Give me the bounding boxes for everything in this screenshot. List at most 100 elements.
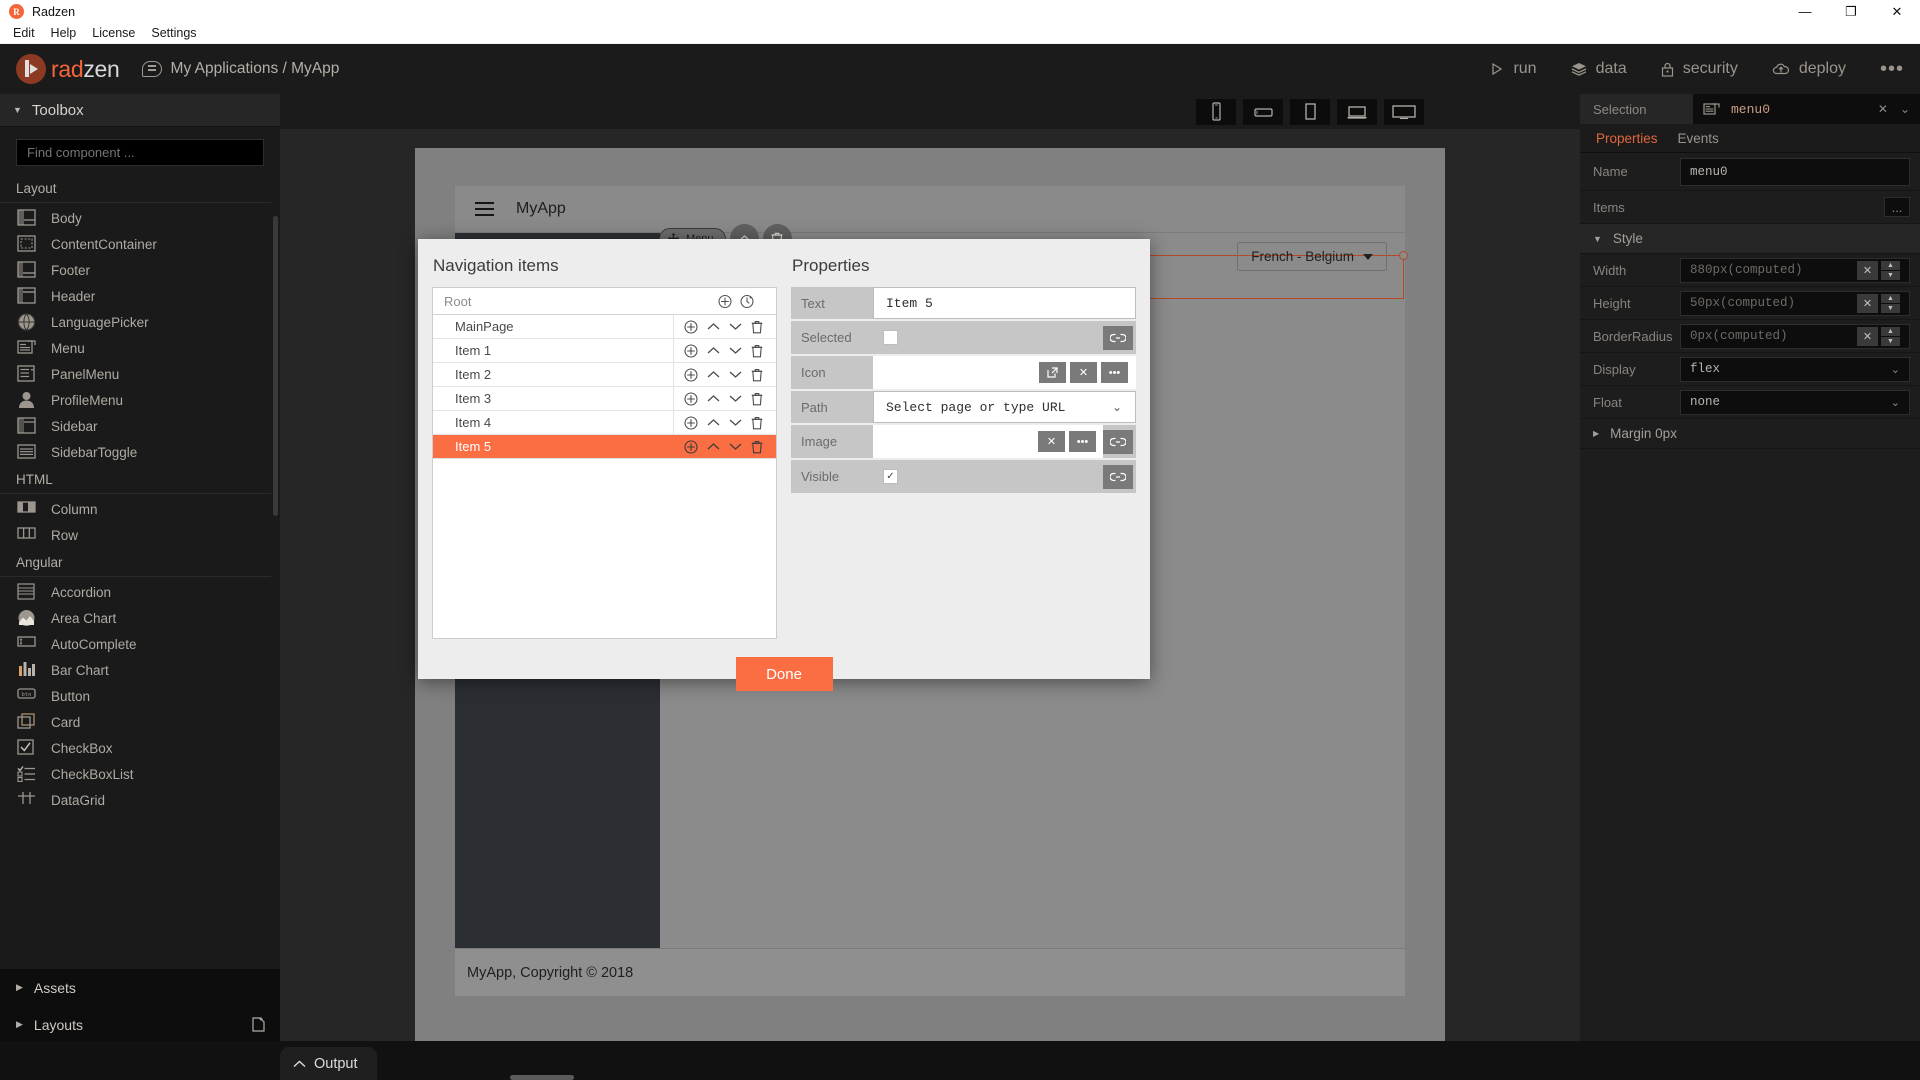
- section-layouts[interactable]: ▶ Layouts: [0, 1006, 280, 1043]
- style-section-header[interactable]: ▼ Style: [1580, 224, 1920, 254]
- minimize-button[interactable]: —: [1782, 0, 1828, 23]
- delete-item-icon[interactable]: [750, 416, 764, 430]
- chevron-down-icon[interactable]: ⌄: [1900, 102, 1910, 116]
- move-up-icon[interactable]: [706, 392, 720, 406]
- maximize-button[interactable]: ❐: [1828, 0, 1874, 23]
- phone-landscape-button[interactable]: [1243, 98, 1283, 125]
- tool-item-accordion[interactable]: Accordion: [0, 579, 280, 605]
- tool-item-datagrid[interactable]: DataGrid: [0, 787, 280, 813]
- visible-checkbox[interactable]: ✓: [883, 469, 898, 484]
- section-assets[interactable]: ▶ Assets: [0, 969, 280, 1006]
- table-row[interactable]: Item 4: [433, 411, 776, 435]
- clear-borderradius-button[interactable]: ✕: [1857, 326, 1878, 346]
- image-clear-button[interactable]: ✕: [1038, 431, 1065, 452]
- delete-item-icon[interactable]: [750, 368, 764, 382]
- add-child-icon[interactable]: [684, 319, 698, 334]
- table-row[interactable]: Item 5: [433, 435, 776, 459]
- tool-item-bar-chart[interactable]: Bar Chart: [0, 657, 280, 683]
- selection-value-box[interactable]: menu0 ✕ ⌄: [1693, 94, 1920, 124]
- move-down-icon[interactable]: [728, 368, 742, 382]
- close-button[interactable]: ✕: [1874, 0, 1920, 23]
- language-picker[interactable]: French - Belgium: [1237, 242, 1387, 271]
- float-select[interactable]: none ⌄: [1680, 389, 1910, 415]
- tool-item-autocomplete[interactable]: AutoComplete: [0, 631, 280, 657]
- deploy-button[interactable]: deploy: [1772, 60, 1846, 78]
- move-down-icon[interactable]: [728, 416, 742, 430]
- table-row[interactable]: Item 1: [433, 339, 776, 363]
- tablet-portrait-button[interactable]: [1290, 98, 1330, 125]
- add-child-icon[interactable]: [684, 415, 698, 430]
- increment-icon[interactable]: ▲: [1881, 260, 1900, 270]
- delete-item-icon[interactable]: [750, 440, 764, 454]
- add-child-icon[interactable]: [684, 343, 698, 358]
- tab-properties[interactable]: Properties: [1596, 131, 1658, 146]
- menu-license[interactable]: License: [85, 24, 142, 42]
- visible-bind-button[interactable]: [1103, 464, 1133, 489]
- clear-width-button[interactable]: ✕: [1857, 260, 1878, 280]
- text-input[interactable]: Item 5: [873, 287, 1136, 319]
- add-child-icon[interactable]: [684, 439, 698, 454]
- add-item-icon[interactable]: [718, 294, 732, 308]
- tool-item-profilemenu[interactable]: ProfileMenu: [0, 387, 280, 413]
- tool-item-languagepicker[interactable]: LanguagePicker: [0, 309, 280, 335]
- borderradius-input[interactable]: 0px(computed) ✕ ▲ ▼: [1680, 323, 1910, 349]
- move-up-icon[interactable]: [706, 368, 720, 382]
- increment-icon[interactable]: ▲: [1881, 326, 1900, 336]
- name-input[interactable]: menu0: [1680, 157, 1910, 186]
- move-down-icon[interactable]: [728, 392, 742, 406]
- tool-item-contentcontainer[interactable]: ContentContainer: [0, 231, 280, 257]
- move-up-icon[interactable]: [706, 320, 720, 334]
- edit-items-button[interactable]: ...: [1884, 197, 1910, 217]
- tool-item-row[interactable]: Row: [0, 522, 280, 548]
- table-row[interactable]: Item 3: [433, 387, 776, 411]
- add-child-icon[interactable]: [684, 367, 698, 382]
- tab-events[interactable]: Events: [1678, 131, 1719, 146]
- laptop-button[interactable]: [1337, 98, 1377, 125]
- tool-item-panelmenu[interactable]: PanelMenu: [0, 361, 280, 387]
- clear-height-button[interactable]: ✕: [1857, 293, 1878, 313]
- width-stepper[interactable]: ▲ ▼: [1881, 260, 1900, 280]
- icon-clear-button[interactable]: ✕: [1070, 362, 1097, 383]
- output-tab[interactable]: Output: [280, 1047, 377, 1080]
- tool-item-header[interactable]: Header: [0, 283, 280, 309]
- decrement-icon[interactable]: ▼: [1881, 270, 1900, 280]
- icon-open-button[interactable]: [1039, 362, 1066, 383]
- display-select[interactable]: flex ⌄: [1680, 356, 1910, 382]
- delete-item-icon[interactable]: [750, 344, 764, 358]
- tool-item-checkboxlist[interactable]: CheckBoxList: [0, 761, 280, 787]
- tool-item-card[interactable]: Card: [0, 709, 280, 735]
- table-row[interactable]: Item 2: [433, 363, 776, 387]
- security-button[interactable]: security: [1661, 60, 1738, 78]
- decrement-icon[interactable]: ▼: [1881, 336, 1900, 346]
- brand[interactable]: radzen: [16, 54, 120, 84]
- increment-icon[interactable]: ▲: [1881, 293, 1900, 303]
- breadcrumb[interactable]: My Applications / MyApp: [141, 60, 339, 78]
- resize-handle-top-right[interactable]: [1399, 251, 1408, 260]
- tool-item-sidebar[interactable]: Sidebar: [0, 413, 280, 439]
- menu-edit[interactable]: Edit: [6, 24, 42, 42]
- add-layout-icon[interactable]: [251, 1016, 266, 1033]
- borderradius-stepper[interactable]: ▲ ▼: [1881, 326, 1900, 346]
- image-bind-button[interactable]: [1103, 429, 1133, 454]
- sidebar-toggle-icon[interactable]: [475, 202, 494, 216]
- done-button[interactable]: Done: [735, 657, 833, 691]
- delete-item-icon[interactable]: [750, 320, 764, 334]
- desktop-button[interactable]: [1384, 98, 1424, 125]
- tool-item-body[interactable]: Body: [0, 205, 280, 231]
- height-input[interactable]: 50px(computed) ✕ ▲ ▼: [1680, 290, 1910, 316]
- menu-settings[interactable]: Settings: [144, 24, 203, 42]
- run-button[interactable]: run: [1490, 60, 1537, 78]
- selected-checkbox[interactable]: [883, 330, 898, 345]
- delete-item-icon[interactable]: [750, 392, 764, 406]
- image-browse-button[interactable]: •••: [1069, 431, 1096, 452]
- tool-item-menu[interactable]: Menu: [0, 335, 280, 361]
- width-input[interactable]: 880px(computed) ✕ ▲ ▼: [1680, 257, 1910, 283]
- toolbox-header[interactable]: ▼ Toolbox: [0, 94, 280, 127]
- toolbox-scroll-area[interactable]: Layout Body ContentContainer Footer Head…: [0, 174, 280, 969]
- move-down-icon[interactable]: [728, 440, 742, 454]
- menu-help[interactable]: Help: [44, 24, 84, 42]
- tool-item-button[interactable]: btn Button: [0, 683, 280, 709]
- move-up-icon[interactable]: [706, 344, 720, 358]
- toolbox-scrollbar[interactable]: [273, 216, 278, 516]
- margin-section-header[interactable]: ▶ Margin 0px: [1580, 419, 1920, 449]
